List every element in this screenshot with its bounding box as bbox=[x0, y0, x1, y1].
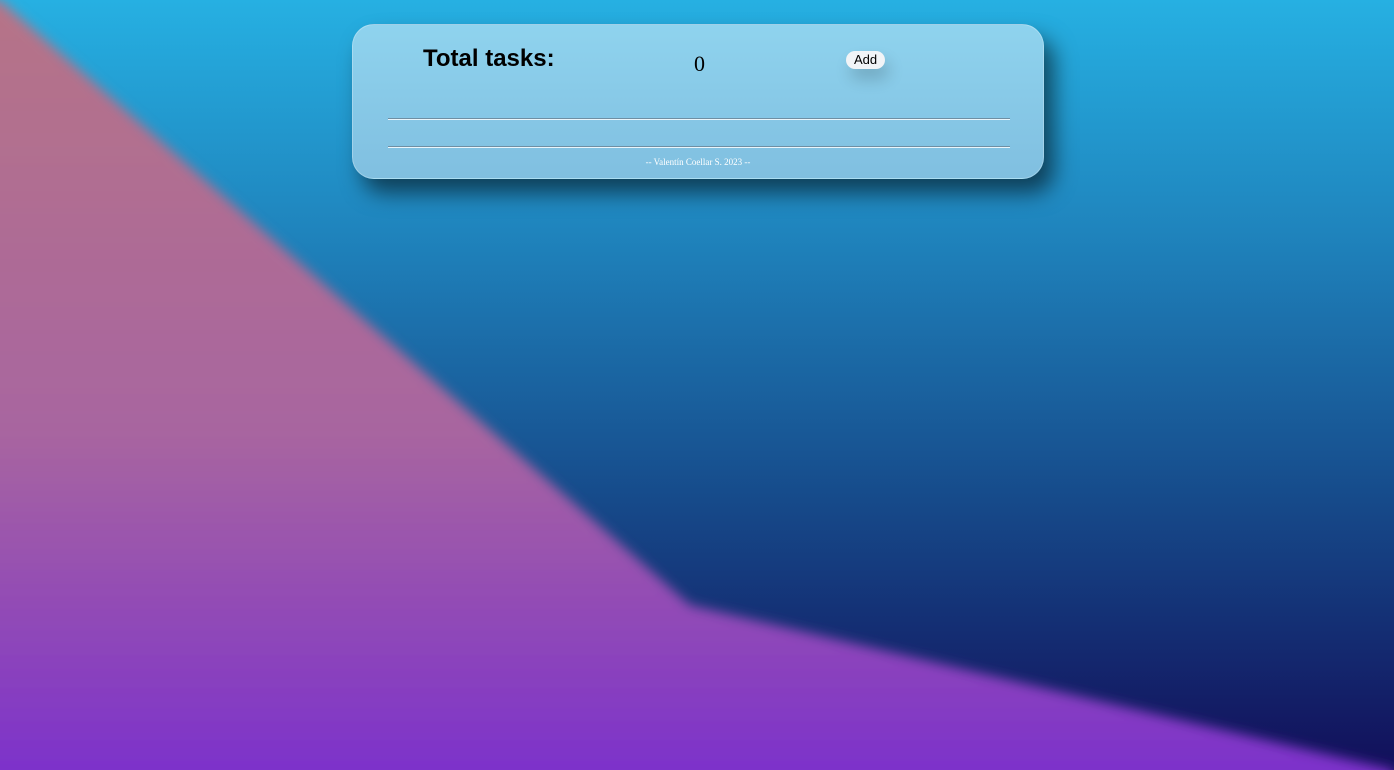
divider-bottom bbox=[388, 146, 1010, 148]
page-title: Total tasks: bbox=[423, 45, 555, 72]
divider-top bbox=[388, 118, 1010, 120]
footer-credit: -- Valentín Coellar S. 2023 -- bbox=[645, 157, 751, 167]
add-task-button[interactable]: Add bbox=[846, 51, 886, 69]
task-list bbox=[388, 121, 1010, 145]
task-count: 0 bbox=[694, 51, 705, 76]
task-panel: Total tasks: 0 Add -- Valentín Coellar S… bbox=[352, 24, 1044, 179]
